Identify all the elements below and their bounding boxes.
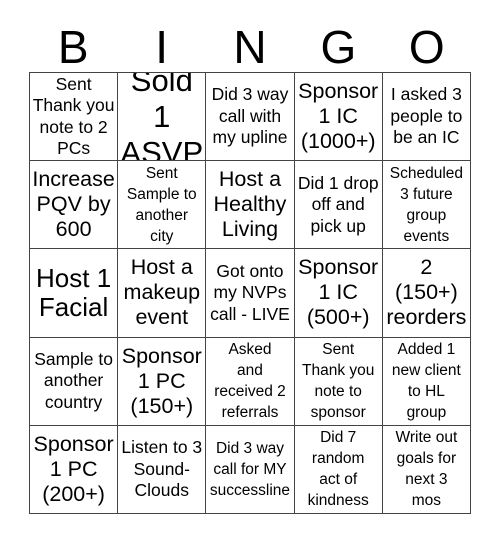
bingo-cell-text: Sponsor 1 IC (1000+) (298, 79, 379, 154)
bingo-cell[interactable]: Scheduled 3 future group events (382, 161, 471, 250)
bingo-cell-text: Increase PQV by 600 (32, 167, 115, 242)
bingo-cell-text: Did 7 random act of kindness (307, 429, 369, 510)
bingo-cell[interactable]: Did 3 way call with my upline (206, 73, 295, 162)
bingo-cell[interactable]: Write out goals for next 3 mos (382, 425, 471, 514)
bingo-cell-text: Host a Healthy Living (213, 167, 287, 242)
bingo-cell-text: Got onto my NVPs call - LIVE (210, 260, 290, 324)
bingo-cell-text: Asked and received 2 referrals (214, 341, 286, 422)
header-letter-b: B (57, 21, 89, 73)
bingo-cell-text: Sponsor 1 PC (150+) (121, 343, 202, 418)
bingo-header: B I N G O (29, 22, 471, 72)
bingo-cell[interactable]: Did 3 way call for MY successline (206, 425, 295, 514)
bingo-cell[interactable]: Did 1 drop off and pick up (294, 161, 383, 250)
bingo-cell-text: Sample to another country (34, 348, 113, 412)
bingo-cell[interactable]: Added 1 new client to HL group (382, 337, 471, 426)
bingo-cell-text: I asked 3 people to be an IC (390, 84, 463, 148)
bingo-cell-text: Write out goals for next 3 mos (395, 429, 458, 510)
bingo-cell[interactable]: Sample to another country (30, 337, 119, 426)
bingo-cell-text: Sent Thank you note to sponsor (302, 341, 375, 422)
bingo-cell-text: Sent Sample to another city (126, 164, 197, 245)
bingo-board: Sent Thank you note to 2 PCs Sold 1 ASVP D… (29, 72, 471, 514)
bingo-cell-text: Did 1 drop off and pick up (297, 172, 379, 236)
bingo-cell[interactable]: Sponsor 1 PC (150+) (118, 337, 207, 426)
bingo-cell[interactable]: Sent Thank you note to 2 PCs (30, 73, 119, 162)
bingo-cell[interactable]: Sponsor 1 IC (1000+) (294, 73, 383, 162)
header-letter-i: I (155, 21, 168, 73)
header-letter-g: G (320, 21, 357, 73)
bingo-cell[interactable]: Sent Thank you note to sponsor (294, 337, 383, 426)
bingo-cell-text: Added 1 new client to HL group (391, 341, 461, 422)
bingo-cell[interactable]: Host a Healthy Living (206, 161, 295, 250)
bingo-cell-text: Sponsor 1 IC (500+) (298, 255, 379, 330)
bingo-cell[interactable]: Increase PQV by 600 (30, 161, 119, 250)
bingo-cell[interactable]: I asked 3 people to be an IC (382, 73, 471, 162)
bingo-cell-text: Did 3 way call with my upline (211, 84, 289, 148)
bingo-cell-text: Host a makeup event (123, 255, 201, 330)
bingo-cell[interactable]: Sponsor 1 PC (200+) (30, 425, 119, 514)
bingo-cell-text: Sent Thank you note to 2 PCs (32, 73, 115, 159)
bingo-cell-text: 2 (150+) reorders (386, 255, 467, 330)
bingo-cell[interactable]: Asked and received 2 referrals (206, 337, 295, 426)
bingo-cell[interactable]: Sent Sample to another city (118, 161, 207, 250)
bingo-cell[interactable]: Sold 1 ASVP (118, 73, 207, 162)
bingo-cell-text: Did 3 way call for MY successline (209, 439, 291, 499)
bingo-cell-text: Host 1 Facial (36, 262, 112, 322)
bingo-cell[interactable]: Host a makeup event (118, 249, 207, 338)
bingo-cell-text: Sponsor 1 PC (200+) (33, 431, 114, 506)
header-letter-n: N (233, 21, 267, 73)
header-letter-o: O (408, 21, 445, 73)
bingo-cell-text: Sold 1 ASVP (120, 73, 204, 162)
bingo-cell[interactable]: Listen to 3 Sound- Clouds (118, 425, 207, 514)
bingo-cell[interactable]: Host 1 Facial (30, 249, 119, 338)
bingo-cell-text: Scheduled 3 future group events (389, 164, 464, 245)
bingo-cell[interactable]: Did 7 random act of kindness (294, 425, 383, 514)
bingo-cell-text: Listen to 3 Sound- Clouds (121, 437, 203, 501)
bingo-cell[interactable]: Got onto my NVPs call - LIVE (206, 249, 295, 338)
bingo-cell[interactable]: Sponsor 1 IC (500+) (294, 249, 383, 338)
bingo-cell[interactable]: 2 (150+) reorders (382, 249, 471, 338)
